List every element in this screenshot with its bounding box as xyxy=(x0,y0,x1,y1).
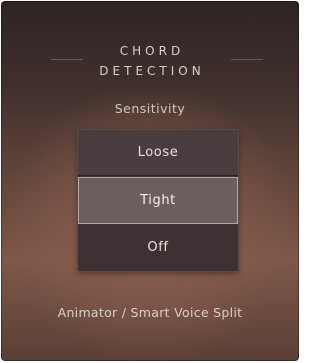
animator-smart-voice-split-label[interactable]: Animator / Smart Voice Split xyxy=(1,305,299,320)
chord-detection-panel: CHORD DETECTION Sensitivity Loose Tight … xyxy=(1,1,299,361)
sensitivity-options: Loose Tight Off xyxy=(77,129,239,272)
sensitivity-option-loose[interactable]: Loose xyxy=(78,130,238,176)
sensitivity-label: Sensitivity xyxy=(114,101,186,116)
section-title-line1: CHORD xyxy=(119,44,185,58)
sensitivity-option-off[interactable]: Off xyxy=(78,224,238,270)
section-title: CHORD DETECTION xyxy=(1,41,299,85)
sensitivity-option-tight[interactable]: Tight xyxy=(78,177,238,224)
section-title-line2: DETECTION xyxy=(99,64,205,78)
